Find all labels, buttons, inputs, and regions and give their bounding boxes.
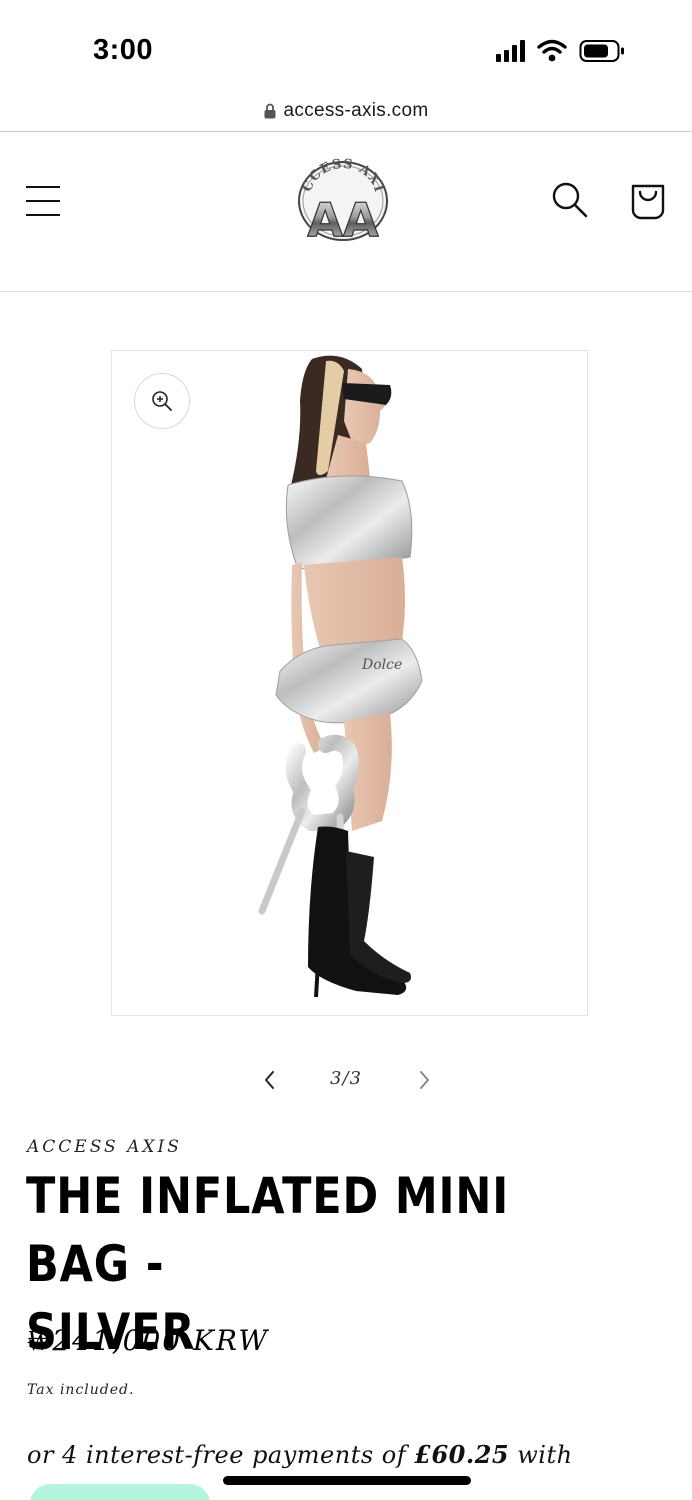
- slide-counter: 3/3: [330, 1068, 362, 1089]
- address-bar[interactable]: access-axis.com: [0, 90, 692, 132]
- product-title-line: THE INFLATED MINI BAG -: [26, 1167, 510, 1293]
- gallery-pagination: 3/3: [0, 1062, 692, 1098]
- cart-icon[interactable]: [628, 180, 668, 222]
- wifi-icon: [537, 39, 567, 62]
- product-vendor[interactable]: ACCESS AXIS: [27, 1137, 182, 1157]
- status-bar: 3:00: [0, 0, 692, 90]
- svg-text:Dolce: Dolce: [361, 657, 402, 673]
- search-icon[interactable]: [550, 180, 590, 220]
- lock-icon: [264, 103, 276, 119]
- svg-text:AA: AA: [307, 193, 379, 242]
- url-text: access-axis.com: [283, 100, 429, 121]
- brand-logo[interactable]: ACCESS AXIS AA: [296, 158, 390, 242]
- model-photo: Dolce: [258, 355, 423, 998]
- zoom-in-icon: [152, 391, 172, 411]
- chevron-right-icon[interactable]: [410, 1066, 438, 1094]
- site-header: ACCESS AXIS AA: [0, 132, 692, 292]
- product-price: ₩241,000 KRW: [27, 1324, 270, 1357]
- product-image[interactable]: Dolce: [111, 350, 588, 1016]
- installments-suffix: with: [509, 1441, 573, 1469]
- battery-icon: [579, 40, 624, 62]
- menu-button[interactable]: [26, 184, 62, 218]
- tax-note: Tax included.: [27, 1382, 135, 1398]
- chevron-left-icon[interactable]: [256, 1066, 284, 1094]
- cellular-signal-icon: [496, 40, 525, 62]
- installments-message: or 4 interest-free payments of £60.25 wi…: [27, 1440, 573, 1469]
- divider: [0, 291, 692, 292]
- status-icons: [496, 38, 625, 64]
- home-indicator: [223, 1476, 471, 1485]
- payment-provider-button[interactable]: [30, 1484, 210, 1500]
- installments-prefix: or 4 interest-free payments of: [27, 1441, 415, 1469]
- zoom-button[interactable]: [134, 373, 190, 429]
- status-time: 3:00: [93, 34, 154, 66]
- installments-amount: £60.25: [414, 1440, 510, 1469]
